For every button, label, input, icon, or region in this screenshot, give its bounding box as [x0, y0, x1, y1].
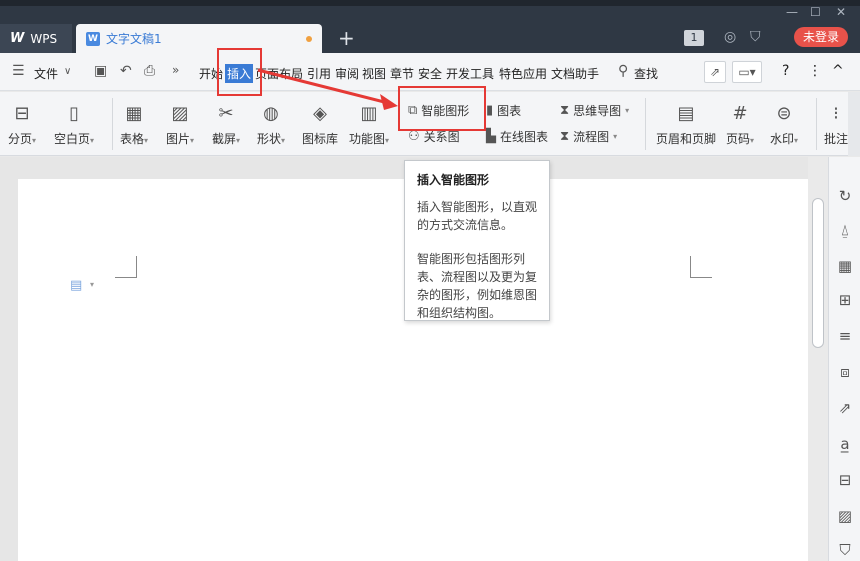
annotation-arrow — [257, 68, 398, 110]
arrow-line — [257, 68, 393, 106]
arrow-head-icon — [380, 94, 398, 110]
